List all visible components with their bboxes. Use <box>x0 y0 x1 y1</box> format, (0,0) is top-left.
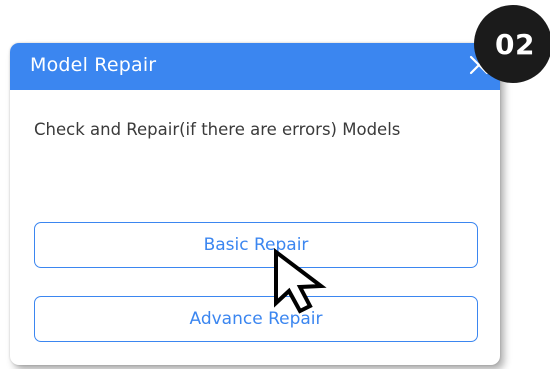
dialog-title: Model Repair <box>30 54 157 76</box>
dialog-titlebar: Model Repair <box>10 43 500 90</box>
step-number-badge: 02 <box>474 5 550 83</box>
dialog-message: Check and Repair(if there are errors) Mo… <box>34 120 401 139</box>
advance-repair-button[interactable]: Advance Repair <box>34 296 478 342</box>
basic-repair-button[interactable]: Basic Repair <box>34 222 478 268</box>
model-repair-dialog: Model Repair Check and Repair(if there a… <box>10 43 500 365</box>
